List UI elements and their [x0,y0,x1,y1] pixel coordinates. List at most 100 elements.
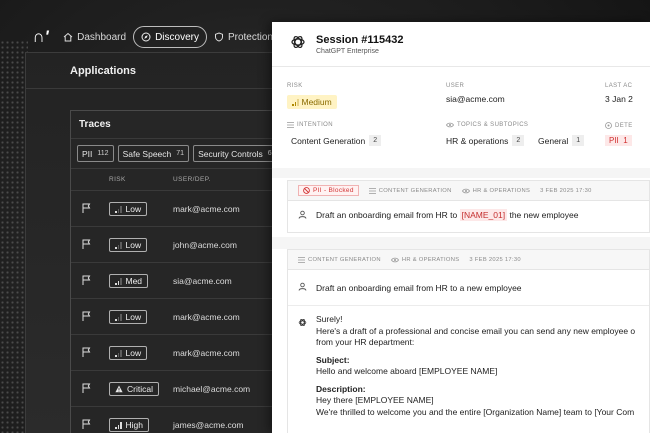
flag-icon[interactable] [82,275,91,285]
block-icon [303,187,310,194]
filter-count: 112 [97,150,109,157]
subject-value: Hello and welcome aboard [EMPLOYEE NAME] [316,366,498,376]
eye-icon [446,122,454,128]
compass-icon [141,32,151,42]
risk-badge: Low [109,202,148,216]
event-category: CONTENT GENERATION [368,187,452,194]
flag-icon[interactable] [82,419,91,429]
nav-dashboard[interactable]: Dashboard [56,26,133,48]
event-header: PII - Blocked CONTENT GENERATION HR & OP… [288,181,649,201]
filter-security-controls[interactable]: Security Controls 6 [193,145,277,162]
filter-label: Safe Speech [122,148,172,159]
event-category: CONTENT GENERATION [298,257,381,263]
flag-icon[interactable] [82,311,91,321]
redacted-name: [NAME_01] [459,209,508,221]
signal-bars-icon [115,421,122,429]
event-topic-text: HR & OPERATIONS [472,187,531,194]
topic-count: 1 [572,135,585,146]
nav-dashboard-label: Dashboard [77,31,127,43]
risk-badge: Low [109,310,148,324]
risk-badge: High [109,418,149,432]
table-row[interactable]: Low mark@acme.com [71,191,279,227]
event-topic-text: HR & OPERATIONS [401,256,460,263]
intention-label: INTENTION [287,122,333,128]
row-user: michael@acme.com [173,383,251,394]
signal-bars-icon [115,349,122,357]
openai-icon [290,34,306,55]
event-card-blocked[interactable]: PII - Blocked CONTENT GENERATION HR & OP… [287,180,650,233]
event-time: 3 FEB 2025 17:30 [469,256,521,263]
table-header: RISK USER/DEP. [71,169,279,191]
event-category-text: CONTENT GENERATION [378,187,452,194]
user-icon [298,282,307,293]
signal-bars-icon [115,241,122,249]
event-topic: HR & OPERATIONS [461,187,531,194]
event-header: CONTENT GENERATION HR & OPERATIONS 3 FEB… [288,250,649,270]
eye-icon [390,257,399,262]
flag-icon[interactable] [82,239,91,249]
filter-label: Security Controls [198,148,263,159]
table-row[interactable]: Critical michael@acme.com [71,371,279,407]
table-row[interactable]: Low john@acme.com [71,227,279,263]
subject-label: Subject: [316,354,350,365]
table-row[interactable]: Med sia@acme.com [71,263,279,299]
description-line: Hey there [EMPLOYEE NAME] [316,395,434,405]
filter-count: 71 [176,150,185,157]
event-topic: HR & OPERATIONS [390,256,460,263]
risk-level: Critical [127,383,153,394]
column-risk[interactable]: RISK [109,176,173,183]
column-user[interactable]: USER/DEP. [173,176,211,183]
session-header: Session #115432 ChatGPT Enterprise [272,22,650,67]
reply-line: Surely! [316,314,343,324]
intention-count: 2 [369,135,382,146]
signal-bars-icon [115,313,122,321]
flag-icon[interactable] [82,383,91,393]
risk-badge: Med [109,274,149,288]
event-card[interactable]: CONTENT GENERATION HR & OPERATIONS 3 FEB… [287,249,650,433]
user-label: USER [446,83,465,89]
intention-label-text: INTENTION [297,122,333,128]
risk-level: Low [125,240,142,250]
flag-icon[interactable] [82,203,91,213]
signal-bars-icon [115,205,122,213]
intention-text: Content Generation [291,135,366,146]
nav-discovery-label: Discovery [155,31,199,43]
last-activity-label: LAST AC [605,83,633,89]
event-category-text: CONTENT GENERATION [308,256,381,263]
risk-level: Low [125,204,142,214]
session-subtitle: ChatGPT Enterprise [316,47,379,55]
detection-pii-extra: 1 [623,136,628,145]
session-title: Session #115432 [316,33,404,46]
home-icon [63,32,73,42]
section-divider [272,237,650,249]
user-icon [298,210,307,221]
reply-body: Surely! Here's a draft of a professional… [316,314,635,424]
table-row[interactable]: Low mark@acme.com [71,299,279,335]
row-user: john@acme.com [173,239,237,250]
detection-pii-tag: PII 1 [605,135,632,146]
topic-text: General [538,135,569,146]
last-activity-value: 3 Jan 2 [605,94,633,104]
user-prompt: Draft an onboarding email from HR to a n… [288,270,649,306]
topic-count: 2 [512,135,525,146]
table-row[interactable]: Low mark@acme.com [71,335,279,371]
filter-pii[interactable]: PII 112 [77,145,114,162]
logo-icon[interactable]: ∩' [25,22,56,52]
applications-title: Applications [26,53,275,89]
risk-level: Med [125,276,143,286]
risk-badge: Low [109,346,148,360]
nav-discovery[interactable]: Discovery [133,26,207,48]
session-meta: RISK Medium USER sia@acme.com LAST AC 3 … [272,80,650,176]
topic-chip: General 1 [538,135,585,146]
signal-bars-icon [292,98,299,106]
top-nav: ∩' Dashboard Discovery Protections [25,22,285,52]
section-divider [272,168,650,178]
shield-icon [214,32,223,42]
filter-label: PII [82,148,93,159]
flag-icon[interactable] [82,347,91,357]
risk-level: Low [125,348,142,358]
filter-bar: PII 112 Safe Speech 71 Security Controls 6 [71,139,279,169]
table-row[interactable]: High james@acme.com [71,407,279,433]
risk-level: Low [125,312,142,322]
filter-safe-speech[interactable]: Safe Speech 71 [117,145,190,162]
